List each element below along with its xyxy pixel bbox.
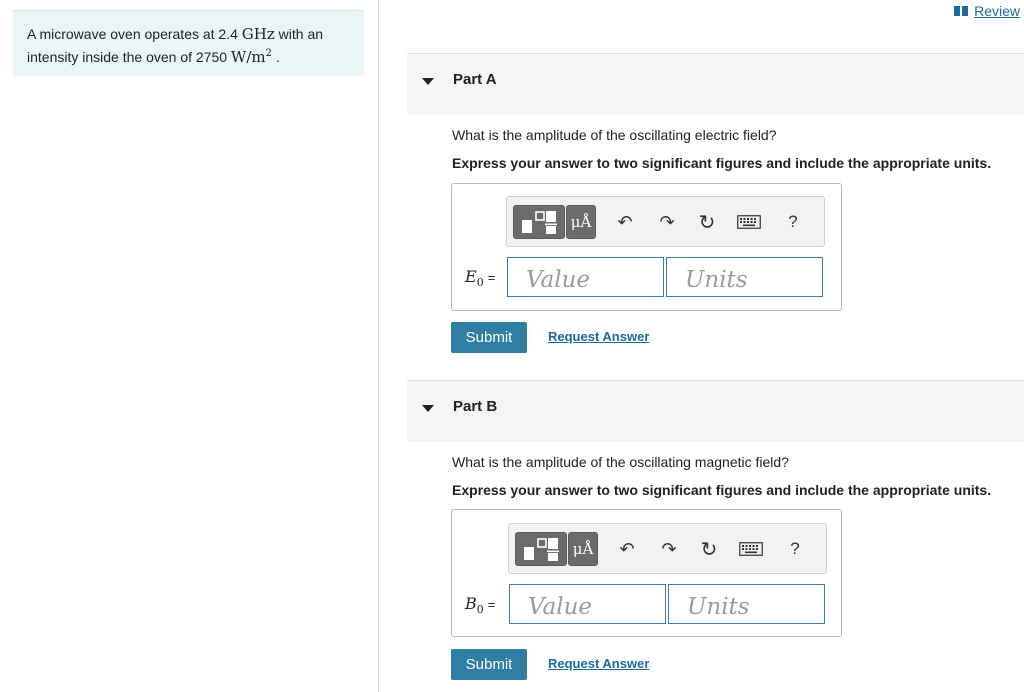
part-a-submit-button[interactable]: Submit (451, 322, 527, 353)
part-a-question: What is the amplitude of the oscillating… (452, 127, 777, 143)
part-a-value-input[interactable] (507, 257, 664, 297)
equals-sign: = (487, 597, 496, 612)
intensity-unit-base: W/m (230, 48, 266, 66)
templates-icon[interactable] (513, 205, 565, 239)
part-a-instruction: Express your answer to two significant f… (452, 155, 992, 171)
help-icon[interactable]: ? (781, 209, 805, 235)
part-b-request-answer-link[interactable]: Request Answer (548, 656, 649, 671)
intensity-unit: W/m2 (231, 48, 272, 66)
keyboard-icon[interactable] (737, 536, 765, 562)
templates-icon[interactable] (515, 532, 567, 566)
part-b-question: What is the amplitude of the oscillating… (452, 454, 789, 470)
reset-icon[interactable]: ↻ (697, 536, 721, 562)
part-b-units-input[interactable] (668, 584, 825, 624)
part-b-value-input[interactable] (509, 584, 666, 624)
variable-subscript: 0 (476, 276, 484, 290)
part-a-math-toolbar: μÅ ↶ ↷ ↻ ? (506, 196, 825, 247)
left-pane: A microwave oven operates at 2.4 GHz wit… (0, 0, 379, 692)
part-a-request-answer-link[interactable]: Request Answer (548, 329, 649, 344)
review-label: Review (974, 3, 1020, 19)
equals-sign: = (487, 270, 496, 285)
part-b-submit-button[interactable]: Submit (451, 649, 527, 680)
collapse-triangle-icon[interactable] (422, 78, 434, 85)
part-a-variable-label: E0 = (465, 267, 495, 289)
units-icon[interactable]: μÅ (568, 532, 598, 566)
units-icon[interactable]: μÅ (566, 205, 596, 239)
review-link[interactable]: Review (954, 3, 1020, 19)
undo-icon[interactable]: ↶ (615, 536, 639, 562)
part-b-answer-box: μÅ ↶ ↷ ↻ ? B0 = (451, 509, 842, 637)
part-a-units-input[interactable] (666, 257, 823, 297)
part-b-instruction: Express your answer to two significant f… (452, 482, 992, 498)
undo-icon[interactable]: ↶ (613, 209, 637, 235)
redo-icon[interactable]: ↷ (655, 209, 679, 235)
part-b-title: Part B (453, 398, 498, 415)
part-a-header[interactable]: Part A (407, 53, 1024, 115)
problem-text-end: . (272, 49, 280, 65)
part-a-title: Part A (453, 71, 497, 88)
part-b-math-toolbar: μÅ ↶ ↷ ↻ ? (508, 523, 827, 574)
variable-symbol: E (465, 267, 477, 286)
part-b-variable-label: B0 = (465, 594, 495, 616)
keyboard-icon[interactable] (735, 209, 763, 235)
part-a-answer-box: μÅ ↶ ↷ ↻ ? E0 = (451, 183, 842, 311)
reset-icon[interactable]: ↻ (695, 209, 719, 235)
redo-icon[interactable]: ↷ (657, 536, 681, 562)
help-icon[interactable]: ? (783, 536, 807, 562)
problem-statement: A microwave oven operates at 2.4 GHz wit… (13, 10, 364, 76)
problem-text-before: A microwave oven operates at 2.4 (27, 26, 242, 42)
book-icon (954, 6, 969, 16)
variable-symbol: B (465, 594, 477, 613)
collapse-triangle-icon[interactable] (422, 405, 434, 412)
frequency-unit: GHz (241, 25, 275, 43)
variable-subscript: 0 (476, 603, 484, 617)
part-b-header[interactable]: Part B (407, 380, 1024, 442)
